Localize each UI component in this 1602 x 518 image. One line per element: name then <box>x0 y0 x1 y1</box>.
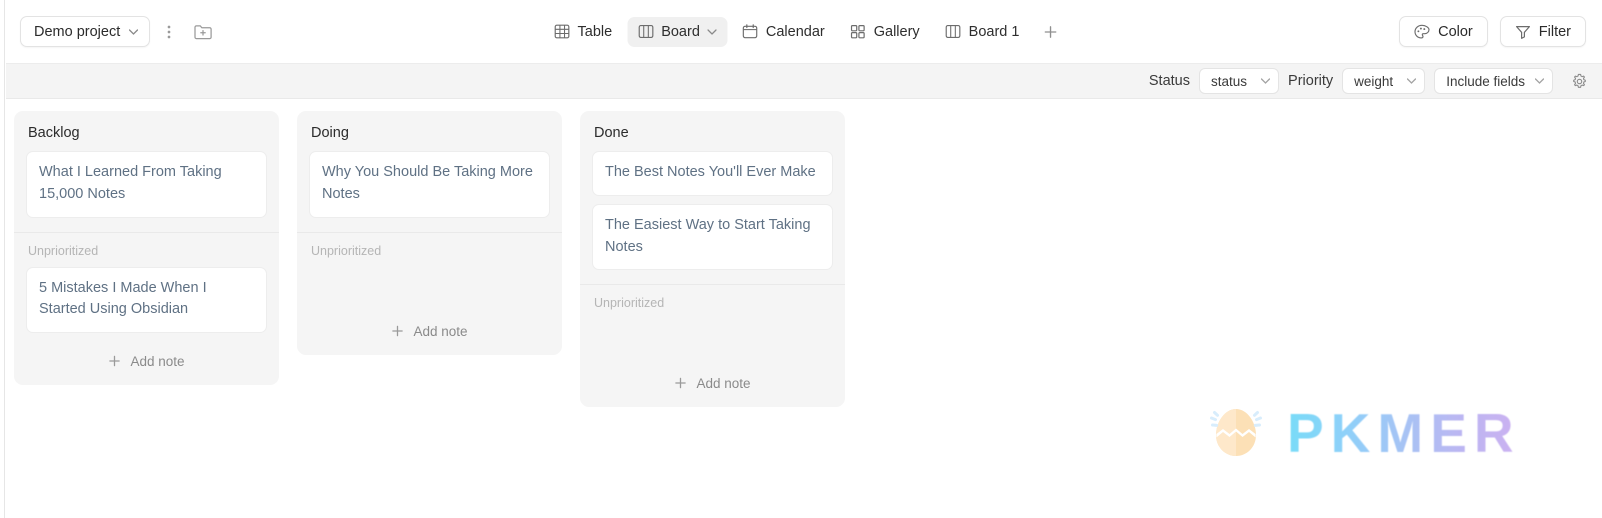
board-card[interactable]: The Best Notes You'll Ever Make <box>592 151 833 196</box>
toolbar-right-group: Color Filter <box>1399 16 1586 47</box>
calendar-icon <box>743 24 758 39</box>
view-tabs: Table Board Calendar Gallery Board 1 <box>544 16 1065 47</box>
status-label: Status <box>1148 73 1190 89</box>
tab-board-label: Board <box>661 23 700 40</box>
board-column-doing: Doing Why You Should Be Taking More Note… <box>297 111 562 355</box>
board-icon <box>945 24 961 39</box>
plus-icon <box>391 325 404 338</box>
empty-group-dropzone[interactable] <box>592 319 833 363</box>
board-column-backlog: Backlog What I Learned From Taking 15,00… <box>14 111 279 385</box>
board-card[interactable]: 5 Mistakes I Made When I Started Using O… <box>26 266 267 333</box>
tab-gallery-label: Gallery <box>873 23 920 40</box>
tab-table[interactable]: Table <box>544 17 624 47</box>
board-card[interactable]: Why You Should Be Taking More Notes <box>309 151 550 218</box>
add-view-button[interactable] <box>1036 18 1064 46</box>
tab-calendar-label: Calendar <box>765 23 825 40</box>
tab-table-label: Table <box>577 23 613 40</box>
color-button-label: Color <box>1438 23 1473 40</box>
toolbar-left-group: Demo project <box>6 16 218 47</box>
palette-icon <box>1414 24 1430 40</box>
column-group-unprioritized: Unprioritized <box>297 231 562 311</box>
project-selector-button[interactable]: Demo project <box>20 16 151 47</box>
plus-icon <box>108 355 121 368</box>
filter-button[interactable]: Filter <box>1499 16 1586 47</box>
priority-select[interactable]: weight <box>1342 68 1426 94</box>
priority-select-value: weight <box>1354 73 1394 89</box>
app-root: Demo project Table Board Calendar Galler… <box>0 0 1602 518</box>
column-group-default: What I Learned From Taking 15,000 Notes <box>14 151 279 226</box>
tab-board[interactable]: Board <box>627 16 728 47</box>
board-canvas: Backlog What I Learned From Taking 15,00… <box>6 99 1602 518</box>
board-icon <box>638 24 654 39</box>
column-group-default: The Best Notes You'll Ever Make The Easi… <box>580 151 845 278</box>
gallery-icon <box>851 24 866 39</box>
group-label: Unprioritized <box>311 243 382 258</box>
status-select-value: status <box>1211 73 1248 89</box>
chevron-down-icon <box>707 28 717 35</box>
three-dots-vertical-icon <box>167 24 171 40</box>
column-group-default: Why You Should Be Taking More Notes <box>297 151 562 226</box>
board-card[interactable]: The Easiest Way to Start Taking Notes <box>592 203 833 271</box>
add-note-label: Add note <box>696 376 751 392</box>
tab-calendar[interactable]: Calendar <box>732 17 836 47</box>
include-fields-select[interactable]: Include fields <box>1434 68 1553 94</box>
more-options-button[interactable] <box>154 17 184 47</box>
tab-board-1-label: Board 1 <box>968 23 1020 40</box>
folder-plus-icon <box>194 24 212 40</box>
filter-button-label: Filter <box>1538 23 1571 40</box>
chevron-down-icon <box>129 28 139 35</box>
chevron-down-icon <box>1261 78 1271 84</box>
left-rail <box>0 0 5 518</box>
board-column-done: Done The Best Notes You'll Ever Make The… <box>580 111 845 408</box>
gear-icon <box>1571 73 1588 90</box>
add-note-button[interactable]: Add note <box>580 363 845 407</box>
empty-group-dropzone[interactable] <box>309 267 550 311</box>
plus-icon <box>1043 25 1057 39</box>
tab-gallery[interactable]: Gallery <box>840 17 931 47</box>
group-label: Unprioritized <box>28 243 99 258</box>
priority-label: Priority <box>1288 73 1334 89</box>
column-group-unprioritized: Unprioritized <box>580 284 845 363</box>
project-name-label: Demo project <box>34 23 121 40</box>
tab-board-1[interactable]: Board 1 <box>935 17 1031 47</box>
status-select[interactable]: status <box>1199 68 1280 94</box>
include-fields-value: Include fields <box>1446 73 1525 89</box>
column-title: Doing <box>311 125 349 141</box>
color-button[interactable]: Color <box>1399 16 1488 47</box>
add-note-button[interactable]: Add note <box>14 341 279 385</box>
add-note-button[interactable]: Add note <box>297 311 562 355</box>
column-group-unprioritized: Unprioritized 5 Mistakes I Made When I S… <box>14 231 279 342</box>
add-note-label: Add note <box>130 354 185 369</box>
chevron-down-icon <box>1535 78 1544 84</box>
column-title: Done <box>594 125 629 141</box>
primary-toolbar: Demo project Table Board Calendar Galler… <box>6 0 1602 64</box>
group-label: Unprioritized <box>594 296 665 311</box>
settings-button[interactable] <box>1566 68 1592 94</box>
table-icon <box>554 24 570 39</box>
chevron-down-icon <box>1407 78 1417 84</box>
funnel-icon <box>1515 24 1531 40</box>
plus-icon <box>674 377 687 390</box>
board-card[interactable]: What I Learned From Taking 15,000 Notes <box>26 151 267 218</box>
new-folder-button[interactable] <box>188 17 218 47</box>
add-note-label: Add note <box>413 323 468 339</box>
config-bar: Status status Priority weight Include fi… <box>6 64 1602 99</box>
column-title: Backlog <box>28 125 80 141</box>
